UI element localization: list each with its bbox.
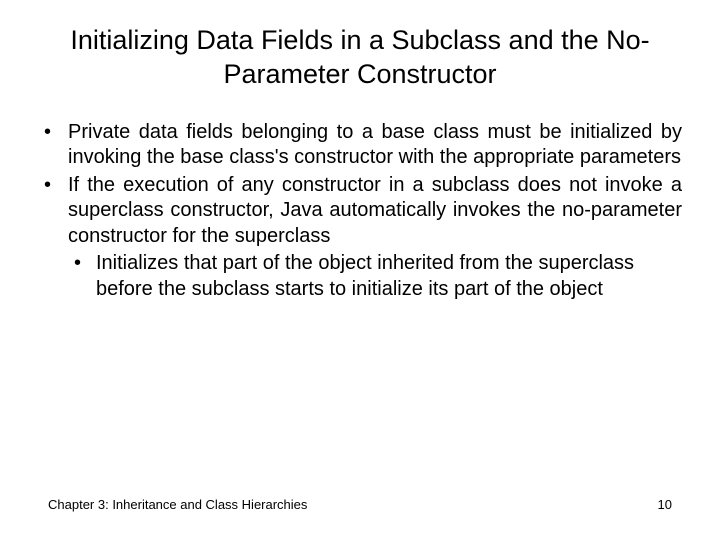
- slide: Initializing Data Fields in a Subclass a…: [0, 0, 720, 540]
- bullet-list: Private data fields belonging to a base …: [38, 120, 682, 303]
- bullet-item: Private data fields belonging to a base …: [38, 120, 682, 171]
- footer-page-number: 10: [658, 497, 672, 512]
- bullet-text: Private data fields belonging to a base …: [68, 121, 682, 169]
- sub-bullet-item: Initializes that part of the object inhe…: [68, 251, 682, 302]
- sub-bullet-list: Initializes that part of the object inhe…: [68, 251, 682, 302]
- bullet-text: If the execution of any constructor in a…: [68, 174, 682, 247]
- slide-title: Initializing Data Fields in a Subclass a…: [38, 24, 682, 92]
- sub-bullet-text: Initializes that part of the object inhe…: [96, 252, 634, 300]
- slide-footer: Chapter 3: Inheritance and Class Hierarc…: [0, 497, 720, 512]
- footer-chapter: Chapter 3: Inheritance and Class Hierarc…: [48, 497, 307, 512]
- bullet-item: If the execution of any constructor in a…: [38, 173, 682, 303]
